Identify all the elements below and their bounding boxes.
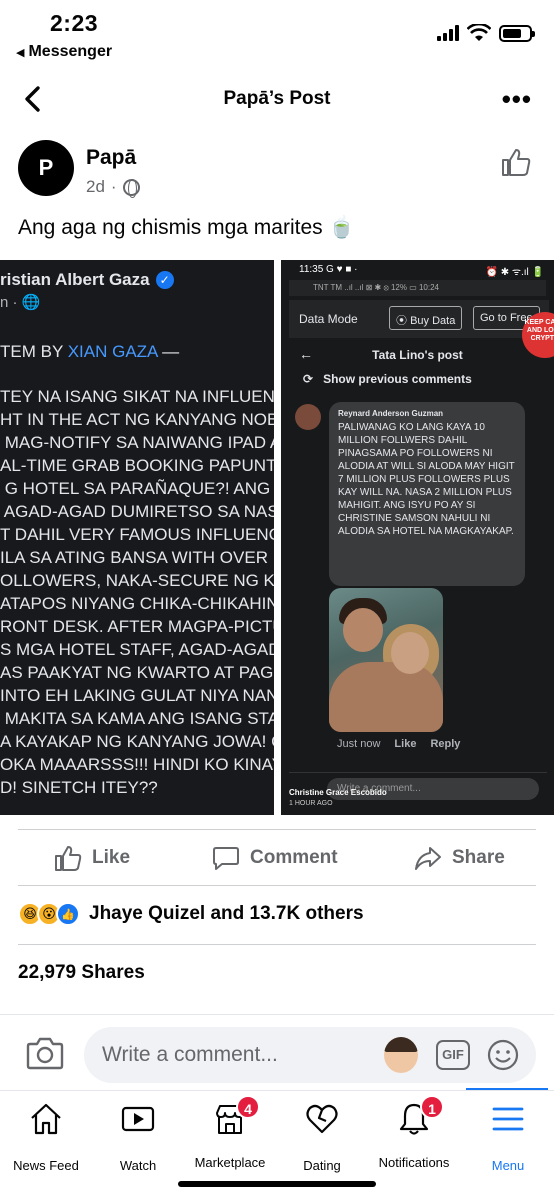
screenshot-author-row: ristian Albert Gaza ✓ xyxy=(0,270,174,290)
author-avatar[interactable]: P xyxy=(18,140,74,196)
signal-icon xyxy=(437,25,459,41)
item-by-suffix: — xyxy=(157,342,180,361)
commenter-avatar xyxy=(295,404,321,430)
buy-data-button: ⦿ Buy Data xyxy=(389,306,463,330)
buy-data-label: Buy Data xyxy=(410,315,456,327)
tab-label: Menu xyxy=(491,1158,525,1173)
screenshot-item-by: TEM BY XIAN GAZA — xyxy=(0,342,179,362)
thumbs-up-icon[interactable] xyxy=(500,146,532,178)
status-icons xyxy=(437,24,535,42)
share-button[interactable]: Share xyxy=(414,844,505,872)
like-label: Like xyxy=(92,847,131,868)
previous-comments-label: Show previous comments xyxy=(323,372,472,386)
post-text: Ang aga ng chismis mga marites 🍵 xyxy=(18,216,355,239)
comment-button[interactable]: Comment xyxy=(212,844,338,872)
author-name[interactable]: Papā xyxy=(86,146,136,170)
heart-icon xyxy=(306,1104,338,1134)
battery-icon xyxy=(499,24,535,42)
tab-notifications[interactable]: 1 Notifications xyxy=(368,1095,460,1170)
like-reaction-icon: 👍 xyxy=(56,902,80,926)
screenshot-substatus: TNT TM ..ıl ..ıl ⊠ ✱ ⦻ 12% ▭ 10:24 xyxy=(289,280,546,296)
page-title: Papā’s Post xyxy=(223,88,331,109)
like-button[interactable]: Like xyxy=(54,844,130,872)
back-triangle-icon: ◀ xyxy=(16,46,25,59)
screenshot-data-mode-bar: Data Mode ⦿ Buy Data Go to Free xyxy=(289,300,549,338)
comment-text: PALIWANAG KO LANG KAYA 10 MILLION FOLLWE… xyxy=(338,422,515,537)
comment-composer: Write a comment... GIF xyxy=(0,1014,554,1090)
tab-marketplace[interactable]: 4 Marketplace xyxy=(184,1095,276,1170)
tab-label: Notifications xyxy=(378,1155,450,1170)
tab-label: Marketplace xyxy=(194,1155,266,1170)
globe-icon xyxy=(122,178,140,198)
item-by-prefix: TEM BY xyxy=(0,342,68,361)
avatar-letter: P xyxy=(38,155,54,180)
comment-input[interactable]: Write a comment... GIF xyxy=(84,1027,536,1083)
like-icon xyxy=(55,846,82,871)
screenshot-post-title: Tata Lino's post xyxy=(372,348,463,362)
comment-label: Comment xyxy=(250,847,338,868)
post-meta: 2d · xyxy=(86,177,140,198)
data-mode-label: Data Mode xyxy=(299,312,358,326)
comment-time: Just now xyxy=(337,738,381,750)
emoji-icon[interactable] xyxy=(486,1038,520,1072)
post-image-left[interactable]: ristian Albert Gaza ✓ n · 🌐 TEM BY XIAN … xyxy=(0,260,274,815)
page-header: Papā’s Post ••• xyxy=(0,72,554,126)
shares-count[interactable]: 22,979 Shares xyxy=(18,962,145,984)
divider xyxy=(18,944,536,945)
screenshot-sub-text: n · xyxy=(0,294,18,311)
comment-placeholder: Write a comment... xyxy=(102,1043,278,1066)
post-image-right[interactable]: 11:35 G ♥ ■ · ⏰ ✱ ᯤ.ıl 🔋 TNT TM ..ıl ..ı… xyxy=(281,260,554,815)
overlay-name: Christine Grace Escobido xyxy=(289,788,387,797)
commenter-name: Reynard Anderson Guzman xyxy=(338,409,444,418)
tab-news-feed[interactable]: News Feed xyxy=(0,1101,92,1173)
comment-bubble: Reynard Anderson Guzman PALIWANAG KO LAN… xyxy=(329,402,525,586)
tab-watch[interactable]: Watch xyxy=(92,1101,184,1173)
screenshot-sub: n · 🌐 xyxy=(0,293,40,311)
post-action-bar: Like Comment Share xyxy=(0,830,554,886)
reactions-text: Jhaye Quizel and 13.7K others xyxy=(89,903,364,924)
more-options-button[interactable]: ••• xyxy=(502,84,532,115)
screenshot-body-text: TEY NA ISANG SIKAT NA INFLUENC HT IN THE… xyxy=(0,387,274,797)
screenshot-composer: Write a comment... xyxy=(289,772,547,802)
verified-badge-icon: ✓ xyxy=(155,271,174,289)
screenshot-status-right: ⏰ ✱ ᯤ.ıl 🔋 xyxy=(485,267,544,278)
home-indicator xyxy=(178,1181,376,1187)
meta-separator: · xyxy=(110,177,117,196)
back-app-label: Messenger xyxy=(28,43,113,60)
video-icon xyxy=(121,1106,155,1132)
screenshot-previous-comments: ⟳ Show previous comments xyxy=(303,372,472,386)
home-icon xyxy=(31,1103,61,1135)
wifi-icon xyxy=(467,24,491,41)
share-label: Share xyxy=(452,847,505,868)
tab-label: Watch xyxy=(119,1158,157,1173)
comment-actions: Just now Like Reply xyxy=(337,738,460,750)
comment-reply: Reply xyxy=(430,738,461,750)
notifications-badge: 1 xyxy=(420,1095,444,1119)
post-age: 2d xyxy=(86,177,105,196)
tab-label: News Feed xyxy=(13,1158,79,1173)
avatar-sticker-icon[interactable] xyxy=(384,1037,418,1073)
tab-dating[interactable]: Dating xyxy=(276,1101,368,1173)
status-time: 2:23 xyxy=(50,10,99,36)
menu-icon xyxy=(492,1107,524,1131)
camera-icon[interactable] xyxy=(26,1035,64,1071)
comment-like: Like xyxy=(394,738,417,750)
screenshot-status-left: 11:35 G ♥ ■ · xyxy=(299,264,358,275)
marketplace-badge: 4 xyxy=(236,1095,260,1119)
globe-small-icon: 🌐 xyxy=(21,294,41,311)
gif-button[interactable]: GIF xyxy=(436,1040,470,1070)
comment-icon xyxy=(213,847,239,870)
comment-photo xyxy=(329,588,443,732)
status-bar: 2:23 ◀ Messenger xyxy=(0,0,554,70)
divider xyxy=(18,885,536,886)
overlay-time: 1 HOUR AGO xyxy=(289,800,333,807)
share-icon xyxy=(415,847,441,870)
reaction-icons: 😆 😮 👍 xyxy=(18,902,80,926)
reactions-summary[interactable]: 😆 😮 👍 Jhaye Quizel and 13.7K others xyxy=(18,902,364,926)
tab-menu[interactable]: Menu xyxy=(462,1101,554,1173)
tab-label: Dating xyxy=(303,1158,341,1173)
item-by-link: XIAN GAZA xyxy=(67,342,158,361)
back-to-messenger-link[interactable]: ◀ Messenger xyxy=(16,43,112,61)
screenshot-author-name: ristian Albert Gaza xyxy=(0,270,150,289)
